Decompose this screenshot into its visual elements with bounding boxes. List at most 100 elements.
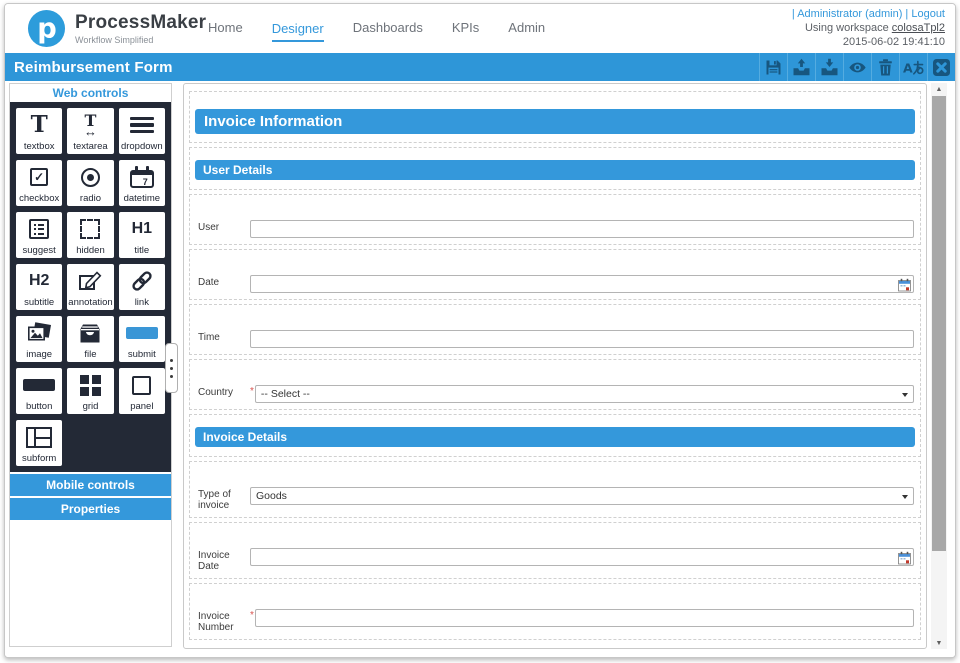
form-row: User <box>189 194 921 245</box>
user-links: | Administrator (admin) | Logout <box>792 7 945 21</box>
separator: | <box>792 8 795 20</box>
field-label: Country <box>196 385 250 398</box>
form-row: Invoice Date <box>189 522 921 579</box>
timestamp: 2015-06-02 19:41:10 <box>792 35 945 49</box>
nav-admin[interactable]: Admin <box>508 20 545 37</box>
checkbox-icon <box>16 160 62 194</box>
suggest-icon <box>16 212 62 246</box>
control-datetime[interactable]: 7 datetime <box>119 160 165 206</box>
translate-button[interactable]: A <box>899 53 927 81</box>
form-subtitle-element[interactable]: User Details <box>195 160 915 180</box>
controls-sidebar: Web controls T textbox T textarea dropdo… <box>9 83 172 647</box>
nav-home[interactable]: Home <box>208 20 243 37</box>
control-checkbox[interactable]: checkbox <box>16 160 62 206</box>
field-label: Invoice Date <box>196 548 250 572</box>
form-row: Invoice Information <box>189 91 921 143</box>
workspace-link[interactable]: colosaTpl2 <box>892 22 945 34</box>
close-button[interactable] <box>927 53 955 81</box>
time-textbox[interactable] <box>250 330 914 348</box>
control-hidden[interactable]: hidden <box>67 212 113 258</box>
date-datetime-input[interactable] <box>250 275 914 293</box>
logo-text: ProcessMaker Workflow Simplified <box>75 12 206 45</box>
control-annotation[interactable]: annotation <box>67 264 113 310</box>
form-title: Reimbursement Form <box>5 59 173 76</box>
nav-kpis[interactable]: KPIs <box>452 20 479 37</box>
radio-icon <box>67 160 113 194</box>
control-link[interactable]: link <box>119 264 165 310</box>
properties-header[interactable]: Properties <box>10 498 171 520</box>
control-submit[interactable]: submit <box>119 316 165 362</box>
form-canvas: Invoice Information User Details User Da… <box>183 83 927 649</box>
eye-icon <box>848 58 867 77</box>
preview-button[interactable] <box>843 53 871 81</box>
field-label: Type of invoice <box>196 487 250 511</box>
export-button[interactable] <box>787 53 815 81</box>
language-icon: A <box>903 58 924 77</box>
control-textarea[interactable]: T textarea <box>67 108 113 154</box>
mobile-controls-header[interactable]: Mobile controls <box>10 474 171 496</box>
image-icon <box>16 316 62 350</box>
control-panel[interactable]: panel <box>119 368 165 414</box>
control-subform[interactable]: subform <box>16 420 62 466</box>
form-subtitle-element[interactable]: Invoice Details <box>195 427 915 447</box>
scrollbar-thumb[interactable] <box>932 96 946 551</box>
country-dropdown[interactable]: -- Select -- <box>255 385 914 403</box>
close-icon <box>932 58 951 77</box>
control-image[interactable]: image <box>16 316 62 362</box>
control-file[interactable]: file <box>67 316 113 362</box>
main-nav: Home Designer Dashboards KPIs Admin <box>208 4 545 53</box>
form-title-element[interactable]: Invoice Information <box>195 109 915 134</box>
app-header: p ProcessMaker Workflow Simplified Home … <box>5 4 955 53</box>
title-icon: H1 <box>119 212 165 246</box>
designer-toolbar: A <box>759 53 955 81</box>
user-textbox[interactable] <box>250 220 914 238</box>
form-row: Invoice Details <box>189 414 921 457</box>
control-title[interactable]: H1 title <box>119 212 165 258</box>
form-row: Country * -- Select -- <box>189 359 921 410</box>
control-button[interactable]: button <box>16 368 62 414</box>
logo-title: ProcessMaker <box>75 12 206 34</box>
form-row: Invoice Number * <box>189 583 921 640</box>
control-radio[interactable]: radio <box>67 160 113 206</box>
save-button[interactable] <box>759 53 787 81</box>
type-of-invoice-dropdown[interactable]: Goods <box>250 487 914 505</box>
field-label: Time <box>196 330 250 343</box>
nav-designer[interactable]: Designer <box>272 21 324 42</box>
invoice-number-textbox[interactable] <box>255 609 914 627</box>
field-label: Date <box>196 275 250 288</box>
web-controls-header[interactable]: Web controls <box>10 84 171 102</box>
calendar-icon[interactable] <box>898 551 911 565</box>
form-row: Date <box>189 249 921 300</box>
annotation-icon <box>67 264 113 298</box>
user-info: | Administrator (admin) | Logout Using w… <box>792 7 945 49</box>
control-grid[interactable]: grid <box>67 368 113 414</box>
control-subtitle[interactable]: H2 subtitle <box>16 264 62 310</box>
scroll-down-arrow[interactable] <box>931 637 947 649</box>
control-textbox[interactable]: T textbox <box>16 108 62 154</box>
scroll-up-arrow[interactable] <box>931 83 947 95</box>
web-controls-grid: T textbox T textarea dropdown checkbox <box>10 102 171 472</box>
grid-icon <box>67 368 113 402</box>
import-button[interactable] <box>815 53 843 81</box>
trash-icon <box>876 58 895 77</box>
dropdown-caret-icon <box>902 495 908 499</box>
file-icon <box>67 316 113 350</box>
nav-dashboards[interactable]: Dashboards <box>353 20 423 37</box>
control-suggest[interactable]: suggest <box>16 212 62 258</box>
workspace-line: Using workspace colosaTpl2 <box>792 21 945 35</box>
control-dropdown[interactable]: dropdown <box>119 108 165 154</box>
current-user-link[interactable]: Administrator (admin) <box>797 8 902 20</box>
form-title-bar: Reimbursement Form <box>5 53 955 81</box>
import-icon <box>820 58 839 77</box>
calendar-icon[interactable] <box>898 278 911 292</box>
subtitle-icon: H2 <box>16 264 62 298</box>
datetime-icon: 7 <box>119 160 165 194</box>
dropdown-icon <box>119 108 165 142</box>
invoice-date-datetime-input[interactable] <box>250 548 914 566</box>
submit-icon <box>119 316 165 350</box>
separator: | <box>905 8 908 20</box>
delete-button[interactable] <box>871 53 899 81</box>
logo-subtitle: Workflow Simplified <box>75 35 206 45</box>
logout-link[interactable]: Logout <box>911 8 945 20</box>
sidebar-splitter-handle[interactable] <box>165 343 178 393</box>
